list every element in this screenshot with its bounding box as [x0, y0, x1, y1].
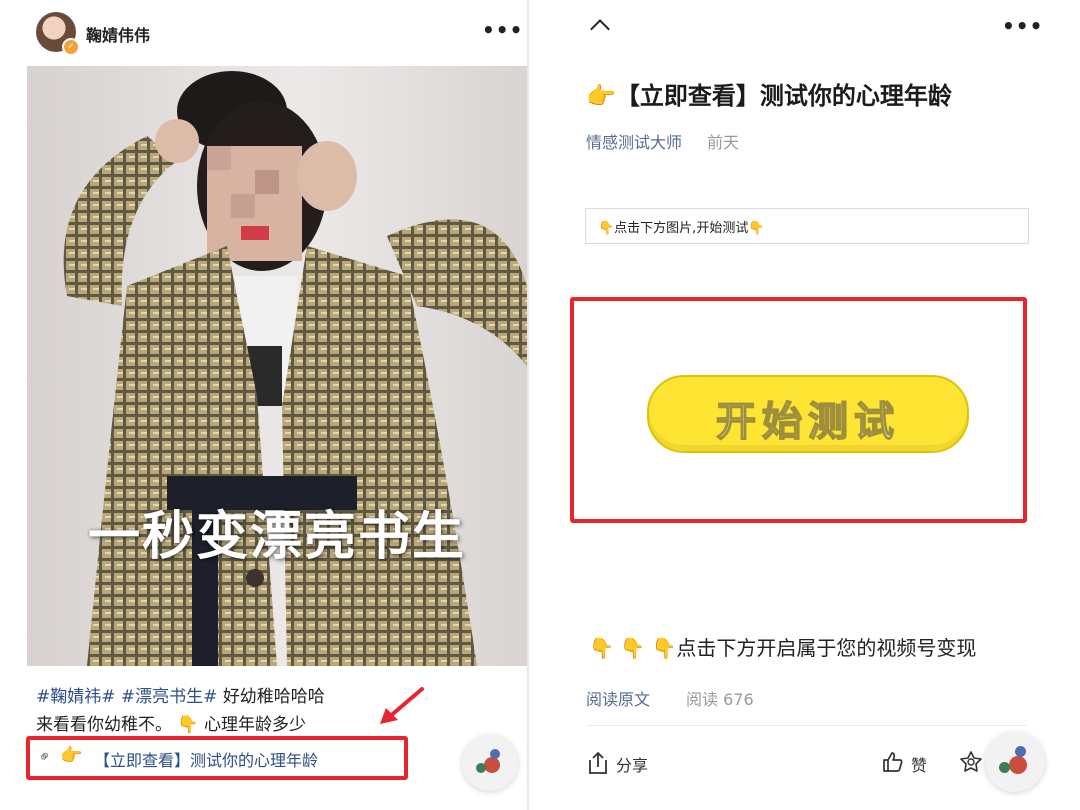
floating-dot — [490, 749, 500, 759]
article-link-title[interactable]: 【立即查看】测试你的心理年龄 — [94, 747, 318, 771]
floating-dot — [999, 762, 1010, 773]
article-link[interactable]: ⚭ 👉 【立即查看】测试你的心理年龄 — [26, 736, 408, 780]
start-test-button[interactable]: 开始测试 — [647, 375, 969, 453]
instruction-banner: 👇点击下方图片,开始测试👇 — [585, 208, 1029, 244]
read-count: 阅读 676 — [686, 690, 754, 709]
article-panel: ••• 👉【立即查看】测试你的心理年龄 情感测试大师 前天 👇点击下方图片,开始… — [529, 0, 1080, 810]
verified-badge-icon: ✓ — [62, 38, 80, 56]
floating-dot — [1015, 746, 1026, 757]
floating-dot — [476, 763, 486, 773]
pointer-down-emoji: 👇 — [177, 715, 199, 735]
post-description: #鞠婧祎# #漂亮书生# 好幼稚哈哈哈 来看看你幼稚不。 👇 心理年龄多少 — [36, 683, 366, 739]
article-date: 前天 — [707, 133, 740, 152]
like-label: 赞 — [911, 756, 928, 775]
floating-avatar-button[interactable] — [985, 732, 1045, 792]
thumbs-up-icon — [883, 752, 903, 772]
post-text: 心理年龄多少 — [203, 715, 306, 735]
more-options-icon[interactable]: ••• — [482, 18, 523, 42]
video-thumbnail[interactable]: 一秒变漂亮书生 — [27, 66, 527, 666]
link-icon: ⚭ — [33, 745, 57, 768]
floating-dot — [484, 757, 500, 773]
share-label: 分享 — [616, 756, 649, 775]
wow-icon[interactable] — [959, 750, 983, 774]
video-post-panel: ✓ 鞠婧伟伟 ••• 一秒变漂亮书生 #鞠婧祎# #漂亮书生# 好幼稚哈哈哈 来… — [0, 0, 527, 810]
instruction-text: 👇点击下方图片,开始测试👇 — [598, 221, 765, 236]
article-author[interactable]: 情感测试大师 — [586, 129, 682, 153]
floating-avatar-button[interactable] — [462, 735, 518, 791]
floating-dot — [1009, 756, 1027, 774]
collapse-chevron-up-icon[interactable] — [590, 19, 610, 39]
post-text: 好幼稚哈哈哈 — [222, 687, 325, 707]
promo-text: 👇 👇 👇点击下方开启属于您的视频号变现 — [589, 636, 977, 660]
share-icon — [589, 751, 607, 774]
pointer-right-emoji: 👉 — [60, 745, 83, 766]
post-text: 来看看你幼稚不。 — [36, 715, 172, 735]
video-caption: 一秒变漂亮书生 — [87, 507, 466, 567]
article-title: 👉【立即查看】测试你的心理年龄 — [586, 82, 952, 110]
author-name[interactable]: 鞠婧伟伟 — [86, 22, 150, 46]
more-options-icon[interactable]: ••• — [1002, 14, 1043, 38]
divider-line — [586, 725, 1026, 726]
start-test-label: 开始测试 — [715, 398, 900, 446]
video-person-illustration — [63, 71, 527, 666]
hashtag[interactable]: #漂亮书生# — [121, 687, 218, 707]
hashtag[interactable]: #鞠婧祎# — [36, 687, 116, 707]
read-original-link[interactable]: 阅读原文 — [586, 686, 650, 710]
red-arrow-annotation — [380, 687, 424, 724]
